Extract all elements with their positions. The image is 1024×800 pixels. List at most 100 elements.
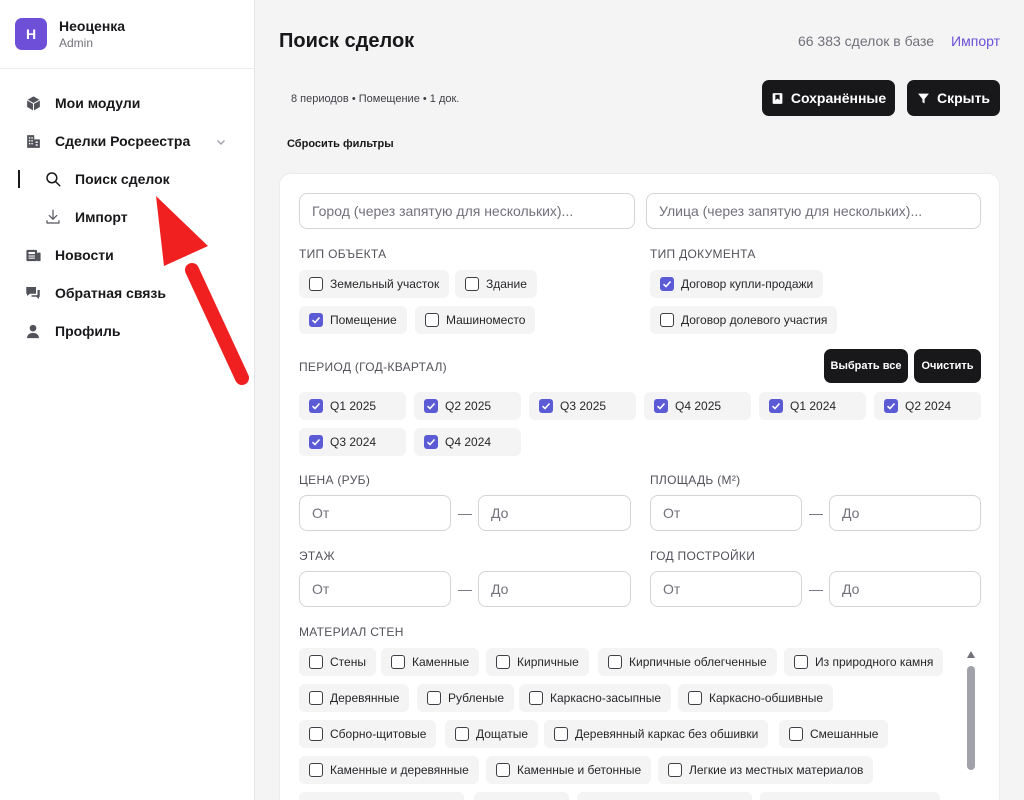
checkbox[interactable] — [496, 655, 510, 669]
area-from-input[interactable]: От — [650, 495, 802, 531]
scroll-up-arrow-icon[interactable] — [967, 651, 975, 658]
checkbox[interactable] — [668, 763, 682, 777]
brand-text: Неоценка Admin — [59, 17, 125, 51]
walls-option[interactable] — [760, 792, 940, 800]
walls-option[interactable]: Каркасно-обшивные — [678, 684, 833, 712]
year-from-input[interactable]: От — [650, 571, 802, 607]
period-option[interactable]: Q2 2025 — [414, 392, 521, 420]
object-type-option[interactable]: Земельный участок — [299, 270, 450, 298]
checkbox-checked[interactable] — [309, 399, 323, 413]
period-option[interactable]: Q3 2025 — [529, 392, 636, 420]
checkbox[interactable] — [660, 313, 674, 327]
walls-option[interactable]: Каменные и деревянные — [299, 756, 479, 784]
hide-filters-button[interactable]: Скрыть — [907, 80, 1000, 116]
walls-option[interactable]: Легкие из местных материалов — [658, 756, 874, 784]
checkbox[interactable] — [794, 655, 808, 669]
floor-from-input[interactable]: От — [299, 571, 451, 607]
walls-option[interactable]: Стены — [299, 648, 376, 676]
period-option[interactable]: Q3 2024 — [299, 428, 406, 456]
checkbox[interactable] — [309, 691, 323, 705]
doc-type-option[interactable]: Договор долевого участия — [650, 306, 838, 334]
floor-to-input[interactable]: До — [478, 571, 631, 607]
city-input[interactable]: Город (через запятую для нескольких)... — [299, 193, 635, 229]
import-link[interactable]: Импорт — [951, 33, 1000, 49]
select-all-button[interactable]: Выбрать все — [824, 349, 908, 383]
walls-option[interactable]: Деревянные — [299, 684, 410, 712]
year-label: Год постройки — [650, 549, 756, 563]
checkbox[interactable] — [608, 655, 622, 669]
checkbox-checked[interactable] — [424, 399, 438, 413]
clear-button[interactable]: Очистить — [914, 349, 981, 383]
checkbox-checked[interactable] — [309, 435, 323, 449]
doc-type-option[interactable]: Договор купли-продажи — [650, 270, 824, 298]
checkbox[interactable] — [309, 277, 323, 291]
checkbox[interactable] — [425, 313, 439, 327]
walls-option[interactable]: Кирпичные — [486, 648, 589, 676]
checkbox[interactable] — [455, 727, 469, 741]
walls-option[interactable]: Каменные и бетонные — [486, 756, 652, 784]
checkbox[interactable] — [309, 655, 323, 669]
walls-option[interactable] — [474, 792, 569, 800]
reset-filters-button[interactable]: Сбросить фильтры — [287, 138, 394, 150]
newspaper-icon — [24, 246, 42, 264]
brand-logo[interactable]: Н — [15, 18, 47, 50]
year-to-input[interactable]: До — [829, 571, 981, 607]
checkbox[interactable] — [465, 277, 479, 291]
saved-searches-button[interactable]: Сохранённые — [762, 80, 895, 116]
walls-option[interactable]: Каркасно-засыпные — [519, 684, 672, 712]
checkbox[interactable] — [496, 763, 510, 777]
checkbox[interactable] — [789, 727, 803, 741]
street-input[interactable]: Улица (через запятую для нескольких)... — [646, 193, 981, 229]
option-label: Q3 2025 — [560, 399, 607, 413]
checkbox-checked[interactable] — [424, 435, 438, 449]
price-from-input[interactable]: От — [299, 495, 451, 531]
price-to-input[interactable]: До — [478, 495, 631, 531]
walls-scrollbar-thumb[interactable] — [967, 666, 975, 770]
object-type-option[interactable]: Здание — [455, 270, 537, 298]
period-option[interactable]: Q1 2025 — [299, 392, 406, 420]
walls-option[interactable]: Из природного камня — [784, 648, 944, 676]
object-type-option[interactable]: Помещение — [299, 306, 407, 334]
checkbox[interactable] — [529, 691, 543, 705]
walls-option[interactable]: Кирпичные облегченные — [598, 648, 777, 676]
walls-option[interactable]: Смешанные — [779, 720, 889, 748]
filter-icon — [918, 93, 929, 103]
sidebar-item-modules[interactable]: Мои модули — [0, 84, 254, 122]
walls-option[interactable]: Рубленые — [417, 684, 515, 712]
range-dash: — — [458, 581, 472, 597]
period-option[interactable]: Q4 2024 — [414, 428, 521, 456]
checkbox-checked[interactable] — [769, 399, 783, 413]
walls-option[interactable]: Дощатые — [445, 720, 539, 748]
checkbox[interactable] — [309, 727, 323, 741]
checkbox-checked[interactable] — [884, 399, 898, 413]
period-option[interactable]: Q4 2025 — [644, 392, 751, 420]
walls-option[interactable] — [299, 792, 464, 800]
checkbox[interactable] — [688, 691, 702, 705]
area-label: Площадь (м²) — [650, 473, 741, 487]
walls-option[interactable]: Каменные — [381, 648, 480, 676]
checkbox[interactable] — [391, 655, 405, 669]
checkbox-checked[interactable] — [654, 399, 668, 413]
checkbox-checked[interactable] — [660, 277, 674, 291]
checkbox[interactable] — [554, 727, 568, 741]
sidebar-item-rosreestr[interactable]: Сделки Росреестра — [0, 122, 254, 160]
walls-option[interactable]: Сборно-щитовые — [299, 720, 437, 748]
checkbox[interactable] — [427, 691, 441, 705]
walls-option[interactable] — [577, 792, 752, 800]
deals-count: 66 383 сделок в базе — [797, 33, 934, 49]
object-type-option[interactable]: Машиноместо — [415, 306, 536, 334]
option-label: Дощатые — [476, 727, 529, 741]
brand-role: Admin — [59, 36, 94, 50]
walls-option[interactable]: Деревянный каркас без обшивки — [544, 720, 769, 748]
chevron-down-icon[interactable] — [216, 134, 226, 150]
checkbox-checked[interactable] — [539, 399, 553, 413]
period-label: Период (год-квартал) — [299, 360, 447, 374]
option-label: Легкие из местных материалов — [689, 763, 864, 777]
checkbox[interactable] — [309, 763, 323, 777]
checkbox-checked[interactable] — [309, 313, 323, 327]
period-option[interactable]: Q2 2024 — [874, 392, 981, 420]
period-option[interactable]: Q1 2024 — [759, 392, 866, 420]
sidebar-item-label: Профиль — [55, 323, 121, 339]
area-to-input[interactable]: До — [829, 495, 981, 531]
option-label: Рубленые — [448, 691, 505, 705]
